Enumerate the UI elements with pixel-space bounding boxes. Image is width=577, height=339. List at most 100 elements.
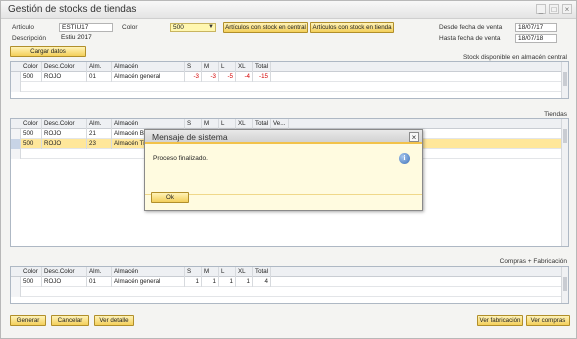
column-header[interactable]: XL [236, 62, 253, 72]
cargar-datos-button[interactable]: Cargar datos [10, 46, 86, 57]
maximize-button[interactable]: □ [549, 4, 559, 14]
vertical-scrollbar[interactable] [561, 119, 568, 246]
row-handle[interactable] [11, 149, 21, 159]
table-cell: -3 [185, 72, 202, 82]
column-header[interactable]: Alm. [87, 119, 112, 129]
minimize-button[interactable]: _ [536, 4, 546, 14]
table-cell: 1 [219, 277, 236, 287]
row-handle[interactable] [11, 277, 21, 287]
table-cell: 4 [253, 277, 271, 287]
title-bar[interactable]: Gestión de stocks de tiendas _ □ × [1, 1, 576, 19]
table-row[interactable]: 500 ROJO 01 Almacén general -3 -3 -5 -4 … [11, 72, 568, 82]
column-header[interactable]: Almacén [112, 62, 185, 72]
column-header[interactable]: Color [21, 267, 42, 277]
dialog-close-button[interactable]: × [409, 132, 419, 142]
column-header[interactable]: M [202, 62, 219, 72]
row-handle[interactable] [11, 287, 21, 297]
table-cell: 1 [236, 277, 253, 287]
table-cell: Almacén general [112, 277, 185, 287]
column-header[interactable]: Ve... [271, 119, 289, 129]
table-row[interactable] [11, 287, 568, 297]
close-window-button[interactable]: × [562, 4, 572, 14]
color-label: Color [122, 24, 138, 31]
table-row[interactable]: 500 ROJO 01 Almacén general 1 1 1 1 4 [11, 277, 568, 287]
scrollbar-thumb[interactable] [563, 129, 567, 143]
table-cell: 1 [202, 277, 219, 287]
vertical-scrollbar[interactable] [561, 267, 568, 303]
column-header[interactable]: Total [253, 119, 271, 129]
ver-compras-button[interactable]: Ver compras [526, 315, 570, 326]
stock-central-button[interactable]: Artículos con stock en central [223, 22, 308, 33]
column-header[interactable]: Desc.Color [42, 267, 87, 277]
table-cell: 500 [21, 129, 42, 139]
column-header[interactable]: Alm. [87, 62, 112, 72]
column-header[interactable]: L [219, 267, 236, 277]
dialog-title-bar[interactable]: Mensaje de sistema [145, 130, 422, 144]
table-cell: ROJO [42, 277, 87, 287]
table-cell: 21 [87, 129, 112, 139]
column-header[interactable]: L [219, 119, 236, 129]
row-handle[interactable] [11, 139, 21, 149]
table-cell: -5 [219, 72, 236, 82]
generar-button[interactable]: Generar [10, 315, 46, 326]
stock-central-table: Color Desc.Color Alm. Almacén S M L XL T… [10, 61, 569, 99]
column-header[interactable]: Color [21, 62, 42, 72]
table-cell: Almacén general [112, 72, 185, 82]
chevron-down-icon: ▼ [208, 24, 214, 30]
column-header[interactable]: XL [236, 119, 253, 129]
table-cell: 500 [21, 72, 42, 82]
column-header[interactable]: Total [253, 62, 271, 72]
column-header[interactable]: S [185, 267, 202, 277]
ok-button[interactable]: Ok [151, 192, 189, 203]
stock-tienda-button[interactable]: Artículos con stock en tienda [310, 22, 394, 33]
column-header[interactable]: Alm. [87, 267, 112, 277]
column-header[interactable]: Color [21, 119, 42, 129]
table-header: Color Desc.Color Alm. Almacén S M L XL T… [11, 267, 568, 277]
table-cell: 500 [21, 139, 42, 149]
dialog-message: Proceso finalizado. [153, 155, 208, 162]
scrollbar-thumb[interactable] [563, 72, 567, 86]
ver-detalle-button[interactable]: Ver detalle [94, 315, 134, 326]
articulo-label: Artículo [12, 24, 35, 31]
column-header[interactable]: M [202, 119, 219, 129]
table-cell: 500 [21, 277, 42, 287]
hasta-fecha-label: Hasta fecha de venta [439, 35, 501, 42]
scrollbar-thumb[interactable] [563, 277, 567, 291]
column-header[interactable]: Almacén [112, 119, 185, 129]
table-cell: -15 [253, 72, 271, 82]
vertical-scrollbar[interactable] [561, 62, 568, 98]
info-icon: i [399, 153, 410, 164]
table-cell: 23 [87, 139, 112, 149]
column-header[interactable]: M [202, 267, 219, 277]
row-handle[interactable] [11, 72, 21, 82]
hasta-fecha-input[interactable]: 18/07/18 [515, 34, 557, 43]
articulo-input[interactable]: ESTIU17 [59, 23, 113, 32]
system-message-dialog: Mensaje de sistema × Proceso finalizado.… [144, 129, 423, 211]
descripcion-label: Descripción [12, 35, 46, 42]
row-handle[interactable] [11, 82, 21, 92]
window-controls: _ □ × [536, 4, 572, 14]
color-select[interactable]: 500 ▼ [170, 23, 216, 32]
ver-fabricacion-button[interactable]: Ver fabricación [477, 315, 523, 326]
table-cell: 1 [185, 277, 202, 287]
table-header: Color Desc.Color Alm. Almacén S M L XL T… [11, 119, 568, 129]
table-header: Color Desc.Color Alm. Almacén S M L XL T… [11, 62, 568, 72]
column-header[interactable]: L [219, 62, 236, 72]
desde-fecha-label: Desde fecha de venta [439, 24, 503, 31]
column-header[interactable]: XL [236, 267, 253, 277]
column-header[interactable]: Desc.Color [42, 62, 87, 72]
column-header[interactable]: S [185, 62, 202, 72]
color-select-value: 500 [173, 24, 184, 31]
window-title: Gestión de stocks de tiendas [8, 4, 137, 15]
table-cell: 01 [87, 72, 112, 82]
column-header[interactable]: Almacén [112, 267, 185, 277]
column-header[interactable]: Desc.Color [42, 119, 87, 129]
cancelar-button[interactable]: Cancelar [51, 315, 89, 326]
table-row[interactable] [11, 82, 568, 92]
column-header[interactable]: Total [253, 267, 271, 277]
main-window: Gestión de stocks de tiendas _ □ × Artíc… [0, 0, 577, 339]
table-cell: ROJO [42, 129, 87, 139]
column-header[interactable]: S [185, 119, 202, 129]
desde-fecha-input[interactable]: 18/07/17 [515, 23, 557, 32]
row-handle[interactable] [11, 129, 21, 139]
